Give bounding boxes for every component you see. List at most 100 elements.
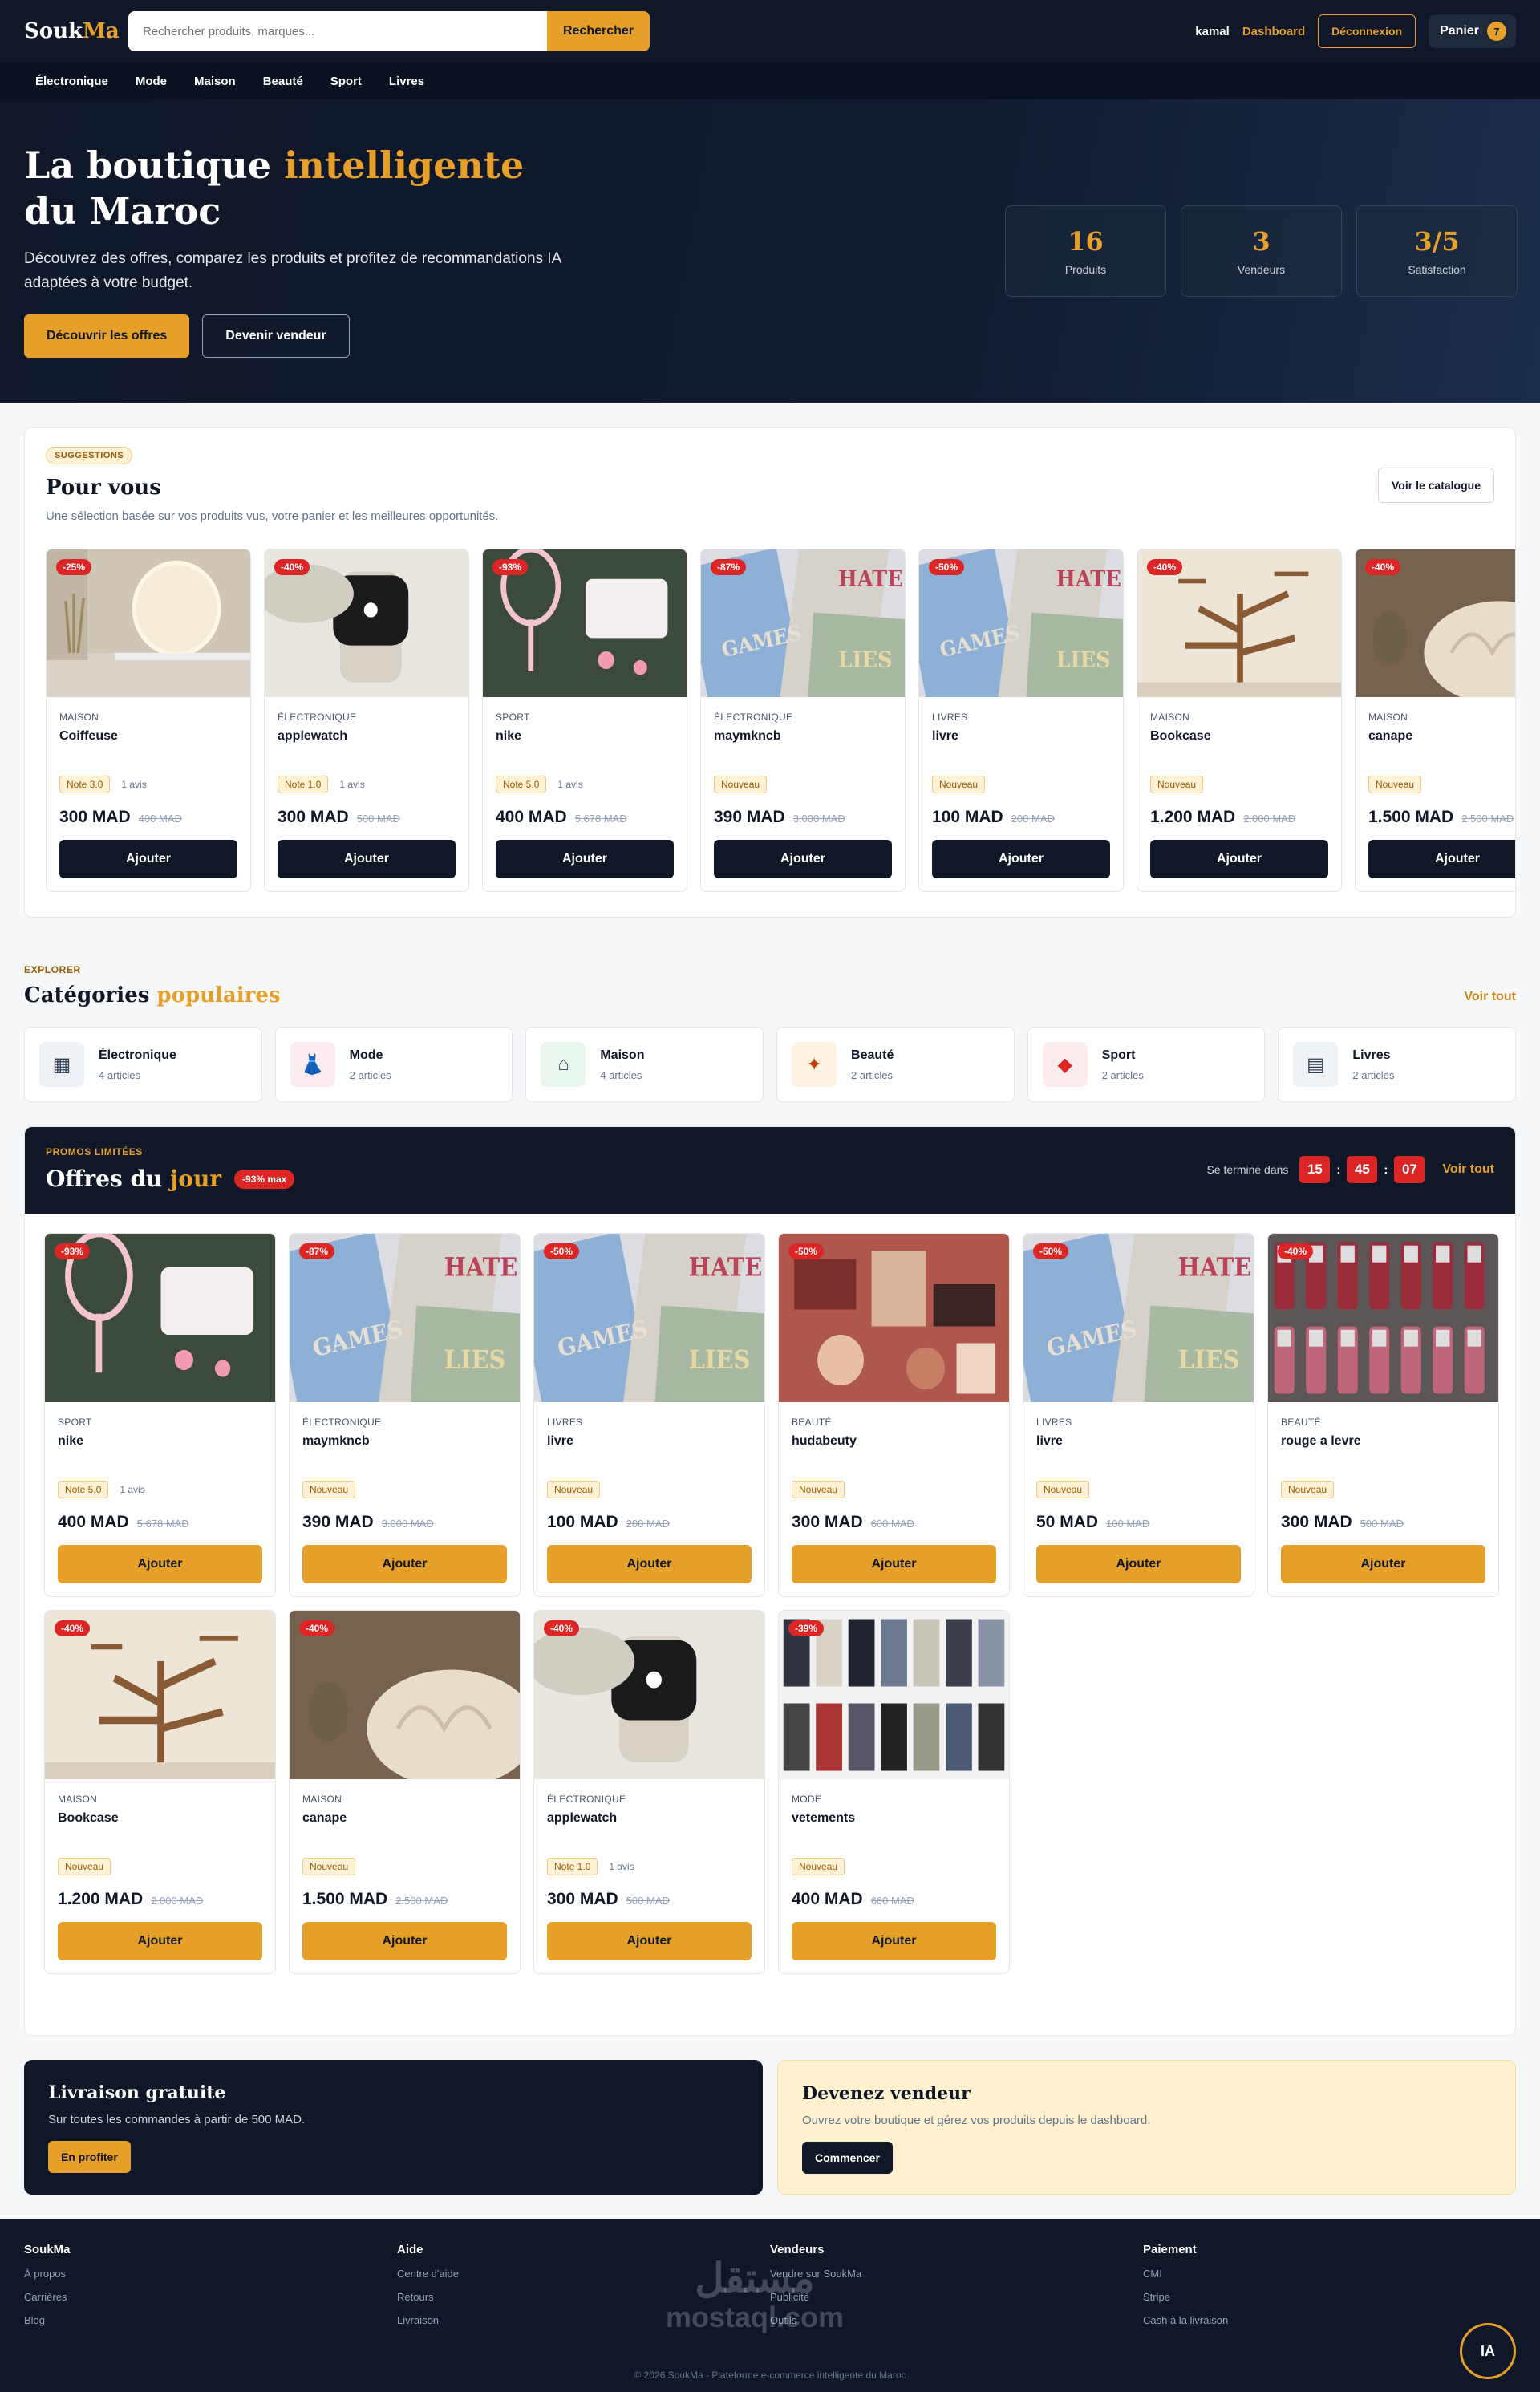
search-button[interactable]: Rechercher (547, 11, 650, 51)
category-card[interactable]: ▦ Électronique 4 articles (24, 1027, 262, 1102)
product-card[interactable]: -50% BEAUTÉ hudabeuty Nouveau 300 MAD 60… (778, 1233, 1010, 1597)
product-card[interactable]: -40% ÉLECTRONIQUE applewatch Note 1.0 1 … (533, 1610, 765, 1974)
add-to-cart-button[interactable]: Ajouter (1368, 840, 1515, 878)
product-card[interactable]: -40% MAISON canape Nouveau 1.500 MAD 2.5… (1355, 549, 1515, 892)
logo[interactable]: SoukMa (24, 19, 128, 43)
product-card[interactable]: -40% MAISON Bookcase Nouveau 1.200 MAD 2… (44, 1610, 276, 1974)
product-image[interactable]: HATE GAMES LIES -87% (701, 549, 905, 697)
product-image[interactable]: HATE GAMES LIES -87% (290, 1234, 520, 1402)
product-name[interactable]: canape (1368, 729, 1515, 744)
product-name[interactable]: nike (496, 729, 674, 744)
product-card[interactable]: HATE GAMES LIES -50% LIVRES livre Nouveau … (918, 549, 1124, 892)
category-card[interactable]: ✦ Beauté 2 articles (776, 1027, 1015, 1102)
search-input[interactable] (128, 11, 547, 51)
product-image[interactable]: HATE GAMES LIES -50% (919, 549, 1123, 697)
category-card[interactable]: ◆ Sport 2 articles (1027, 1027, 1266, 1102)
nav-item-mode[interactable]: Mode (136, 75, 167, 88)
product-name[interactable]: Coiffeuse (59, 729, 237, 744)
categories-see-all-link[interactable]: Voir tout (1464, 990, 1516, 1004)
product-image[interactable]: HATE GAMES LIES -50% (534, 1234, 764, 1402)
product-image[interactable]: -40% (1137, 549, 1341, 697)
add-to-cart-button[interactable]: Ajouter (1150, 840, 1328, 878)
product-name[interactable]: Bookcase (1150, 729, 1328, 744)
add-to-cart-button[interactable]: Ajouter (302, 1545, 507, 1583)
product-image[interactable]: -93% (45, 1234, 275, 1402)
product-card[interactable]: HATE GAMES LIES -50% LIVRES livre Nouveau … (1023, 1233, 1254, 1597)
product-card[interactable]: -40% BEAUTÉ rouge a levre Nouveau 300 MA… (1267, 1233, 1499, 1597)
product-image[interactable]: -40% (534, 1611, 764, 1779)
category-card[interactable]: 👗 Mode 2 articles (274, 1027, 513, 1102)
product-image[interactable]: -40% (45, 1611, 275, 1779)
product-name[interactable]: maymkncb (714, 729, 892, 744)
suggestions-carousel[interactable]: -25% MAISON Coiffeuse Note 3.0 1 avis 30… (46, 549, 1515, 892)
product-name[interactable]: applewatch (547, 1811, 752, 1826)
product-name[interactable]: livre (1036, 1434, 1241, 1449)
nav-item-livres[interactable]: Livres (389, 75, 424, 88)
product-image[interactable]: HATE GAMES LIES -50% (1023, 1234, 1254, 1402)
product-card[interactable]: -93% SPORT nike Note 5.0 1 avis 400 MAD … (44, 1233, 276, 1597)
add-to-cart-button[interactable]: Ajouter (278, 840, 456, 878)
product-name[interactable]: canape (302, 1811, 507, 1826)
add-to-cart-button[interactable]: Ajouter (58, 1922, 262, 1960)
product-name[interactable]: vetements (792, 1811, 996, 1826)
add-to-cart-button[interactable]: Ajouter (496, 840, 674, 878)
add-to-cart-button[interactable]: Ajouter (58, 1545, 262, 1583)
view-catalog-button[interactable]: Voir le catalogue (1378, 468, 1494, 503)
nav-item-electronique[interactable]: Électronique (35, 75, 108, 88)
footer-link[interactable]: Stripe (1143, 2291, 1516, 2303)
footer-link[interactable]: Cash à la livraison (1143, 2314, 1516, 2326)
cart-button[interactable]: Panier 7 (1429, 14, 1516, 48)
product-image[interactable]: -40% (290, 1611, 520, 1779)
category-card[interactable]: ▤ Livres 2 articles (1278, 1027, 1517, 1102)
footer-link[interactable]: Carrières (24, 2291, 397, 2303)
product-card[interactable]: HATE GAMES LIES -87% ÉLECTRONIQUE maymkncb… (700, 549, 906, 892)
free-shipping-button[interactable]: En profiter (48, 2141, 131, 2173)
product-name[interactable]: hudabeuty (792, 1434, 996, 1449)
add-to-cart-button[interactable]: Ajouter (792, 1922, 996, 1960)
product-name[interactable]: maymkncb (302, 1434, 507, 1449)
product-card[interactable]: -93% SPORT nike Note 5.0 1 avis 400 MAD … (482, 549, 687, 892)
product-card[interactable]: -40% MAISON Bookcase Nouveau 1.200 MAD 2… (1137, 549, 1342, 892)
footer-link[interactable]: Blog (24, 2314, 397, 2326)
discover-offers-button[interactable]: Découvrir les offres (24, 314, 190, 358)
product-name[interactable]: Bookcase (58, 1811, 262, 1826)
add-to-cart-button[interactable]: Ajouter (932, 840, 1110, 878)
product-card[interactable]: -40% MAISON canape Nouveau 1.500 MAD 2.5… (289, 1610, 521, 1974)
add-to-cart-button[interactable]: Ajouter (59, 840, 237, 878)
product-card[interactable]: -40% ÉLECTRONIQUE applewatch Note 1.0 1 … (264, 549, 469, 892)
product-name[interactable]: nike (58, 1434, 262, 1449)
product-name[interactable]: livre (547, 1434, 752, 1449)
product-image[interactable]: -40% (1356, 549, 1515, 697)
nav-item-beaute[interactable]: Beauté (263, 75, 303, 88)
product-card[interactable]: -25% MAISON Coiffeuse Note 3.0 1 avis 30… (46, 549, 251, 892)
deals-see-all-link[interactable]: Voir tout (1442, 1162, 1494, 1177)
nav-item-sport[interactable]: Sport (330, 75, 362, 88)
product-image[interactable]: -40% (1268, 1234, 1498, 1402)
product-card[interactable]: HATE GAMES LIES -87% ÉLECTRONIQUE maymkncb… (289, 1233, 521, 1597)
product-name[interactable]: livre (932, 729, 1110, 744)
become-seller-start-button[interactable]: Commencer (802, 2142, 893, 2174)
ai-assistant-button[interactable]: IA (1460, 2323, 1516, 2379)
add-to-cart-button[interactable]: Ajouter (547, 1922, 752, 1960)
add-to-cart-button[interactable]: Ajouter (1036, 1545, 1241, 1583)
product-card[interactable]: -39% MODE vetements Nouveau 400 MAD 660 … (778, 1610, 1010, 1974)
add-to-cart-button[interactable]: Ajouter (714, 840, 892, 878)
dashboard-link[interactable]: Dashboard (1242, 25, 1305, 39)
product-image[interactable]: -93% (483, 549, 687, 697)
logout-button[interactable]: Déconnexion (1318, 14, 1416, 48)
product-image[interactable]: -50% (779, 1234, 1009, 1402)
add-to-cart-button[interactable]: Ajouter (1281, 1545, 1485, 1583)
product-name[interactable]: applewatch (278, 729, 456, 744)
footer-link[interactable]: À propos (24, 2268, 397, 2280)
category-card[interactable]: ⌂ Maison 4 articles (525, 1027, 764, 1102)
product-image[interactable]: -25% (47, 549, 250, 697)
product-image[interactable]: -40% (265, 549, 468, 697)
become-seller-button[interactable]: Devenir vendeur (202, 314, 350, 358)
product-name[interactable]: rouge a levre (1281, 1434, 1485, 1449)
product-image[interactable]: -39% (779, 1611, 1009, 1779)
add-to-cart-button[interactable]: Ajouter (792, 1545, 996, 1583)
nav-item-maison[interactable]: Maison (194, 75, 236, 88)
footer-link[interactable]: CMI (1143, 2268, 1516, 2280)
add-to-cart-button[interactable]: Ajouter (302, 1922, 507, 1960)
username[interactable]: kamal (1195, 25, 1230, 39)
